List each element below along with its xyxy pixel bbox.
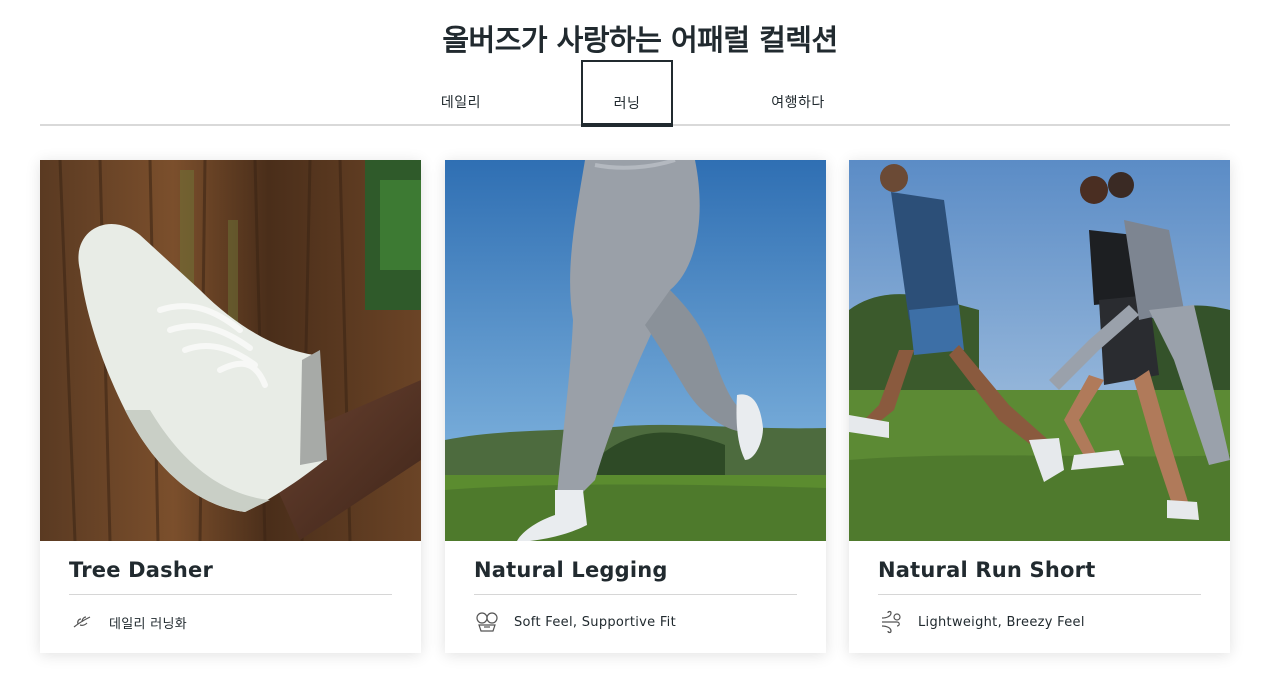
section-heading: 올버즈가 사랑하는 어패럴 컬렉션 [442, 23, 838, 57]
product-name[interactable]: Natural Run Short [878, 558, 1095, 582]
product-name[interactable]: Natural Legging [474, 558, 668, 582]
tab-daily[interactable]: 데일리 [415, 60, 507, 124]
product-card-natural-legging[interactable]: Natural Legging Soft Feel, Supportive Fi… [445, 160, 826, 653]
product-photo-group-runners[interactable] [849, 160, 1230, 541]
breeze-icon [878, 609, 904, 635]
feature-label: Lightweight, Breezy Feel [918, 614, 1085, 630]
category-tab-bar: 데일리 러닝 여행하다 [40, 60, 1230, 127]
product-feature: Lightweight, Breezy Feel [878, 609, 1085, 635]
card-divider [69, 594, 392, 595]
card-divider [878, 594, 1201, 595]
product-feature: Soft Feel, Supportive Fit [474, 609, 676, 635]
product-feature: 데일리 러닝화 [69, 609, 187, 635]
tab-running[interactable]: 러닝 [581, 60, 673, 127]
product-photo-shoe-on-tree[interactable] [40, 160, 421, 541]
feature-label: Soft Feel, Supportive Fit [514, 614, 676, 630]
product-name[interactable]: Tree Dasher [69, 558, 213, 582]
product-card-tree-dasher[interactable]: Tree Dasher 데일리 러닝화 [40, 160, 421, 653]
feature-label: 데일리 러닝화 [109, 616, 187, 632]
tab-travel[interactable]: 여행하다 [752, 60, 844, 124]
leaf-sprig-icon [69, 609, 95, 635]
collection-page: 올버즈가 사랑하는 어패럴 컬렉션 데일리 러닝 여행하다 Tree Dashe… [0, 0, 1280, 687]
product-photo-legging-runner[interactable] [445, 160, 826, 541]
product-card-natural-run-short[interactable]: Natural Run Short Lightweight, Breezy Fe… [849, 160, 1230, 653]
fabric-stretch-icon [474, 609, 500, 635]
card-divider [474, 594, 797, 595]
